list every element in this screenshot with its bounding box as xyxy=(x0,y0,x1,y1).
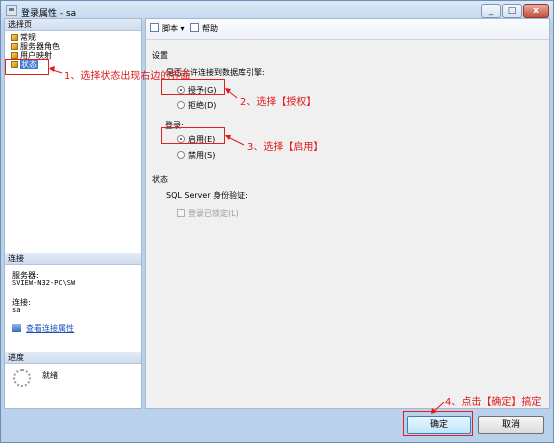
annotation-step4: 4、点击【确定】搞定 xyxy=(445,397,542,408)
annotation-step3: 3、选择【启用】 xyxy=(247,142,324,153)
annotation-step1: 1、选择状态出现右边的界面 xyxy=(64,71,191,82)
annotation-step2: 2、选择【授权】 xyxy=(240,97,317,108)
